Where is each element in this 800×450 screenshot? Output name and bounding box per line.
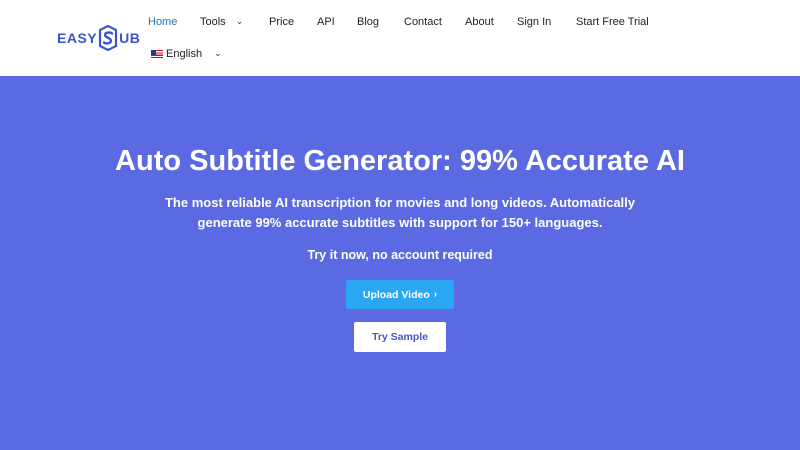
nav-item-blog[interactable]: Blog <box>357 14 379 30</box>
nav-item-contact[interactable]: Contact <box>404 14 442 30</box>
logo-text-left: EASY <box>57 30 98 46</box>
upload-video-button[interactable]: Upload Video › <box>346 280 454 309</box>
hero-try-text: Try it now, no account required <box>307 248 493 262</box>
logo-s-icon <box>99 25 118 51</box>
nav-item-start-free-trial[interactable]: Start Free Trial <box>576 14 649 30</box>
nav-item-api[interactable]: API <box>317 14 335 30</box>
nav-item-home[interactable]: Home <box>148 14 177 30</box>
nav-item-sign-in[interactable]: Sign In <box>517 14 551 30</box>
hero-subtitle-line-2: generate 99% accurate subtitles with sup… <box>197 215 603 230</box>
hero-subtitle: The most reliable AI transcription for m… <box>160 193 640 233</box>
chevron-right-icon: › <box>433 289 438 300</box>
brand-logo[interactable]: EASY UB <box>57 24 140 52</box>
chevron-down-icon: ⌄ <box>214 48 222 58</box>
upload-video-label: Upload Video <box>362 288 430 301</box>
language-label: English <box>166 48 203 60</box>
try-sample-label: Try Sample <box>371 331 429 343</box>
hero-title: Auto Subtitle Generator: 99% Accurate AI <box>115 145 685 177</box>
chevron-down-icon: ⌄ <box>235 16 244 26</box>
language-selector[interactable]: English ⌄ <box>151 46 222 62</box>
hero-subtitle-line-1: The most reliable AI transcription for m… <box>164 195 636 210</box>
nav-item-price[interactable]: Price <box>269 14 294 30</box>
nav-item-tools[interactable]: Tools ⌄ <box>200 14 243 30</box>
logo-text-right: UB <box>119 30 141 46</box>
site-header: EASY UB Home Tools ⌄ Price API Blog Conta… <box>0 0 800 76</box>
nav-item-about[interactable]: About <box>465 14 494 30</box>
nav-item-tools-label: Tools <box>200 16 226 28</box>
try-sample-button[interactable]: Try Sample <box>354 322 446 352</box>
hero-section: Auto Subtitle Generator: 99% Accurate AI… <box>0 76 800 450</box>
us-flag-icon <box>151 50 163 58</box>
